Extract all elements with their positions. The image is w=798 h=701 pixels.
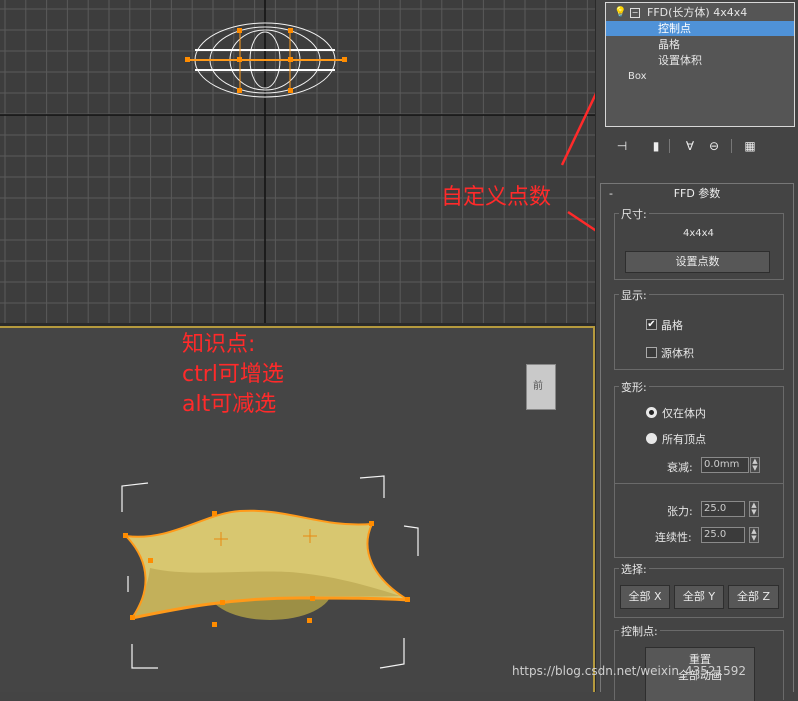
stack-item-set-volume[interactable]: 设置体积 xyxy=(606,53,794,68)
ffd-params-rollout: - FFD 参数 尺寸: 4x4x4 设置点数 显示: ✔ 晶格 源体积 变形:… xyxy=(600,183,794,701)
set-number-of-points-button[interactable]: 设置点数 xyxy=(625,251,770,273)
control-points-label: 控制点: xyxy=(619,623,660,639)
configure-sets-icon[interactable]: ▦ xyxy=(741,137,759,155)
falloff-input[interactable]: 0.0mm xyxy=(701,457,749,473)
continuity-label: 连续性: xyxy=(655,531,692,544)
alt-tip: alt可减选 xyxy=(182,392,277,417)
deform-divider xyxy=(615,483,783,484)
custom-points-annotation: 自定义点数 xyxy=(441,185,552,210)
stack-item-control-points[interactable]: 控制点 xyxy=(606,21,794,36)
dimensions-group: 尺寸: 4x4x4 设置点数 xyxy=(614,206,784,280)
rollout-header[interactable]: - FFD 参数 xyxy=(601,184,793,204)
tension-spinner[interactable]: ▲ ▼ xyxy=(749,501,759,517)
continuity-input[interactable]: 25.0 xyxy=(701,527,745,543)
lattice-label: 晶格 xyxy=(661,319,683,332)
source-volume-checkbox[interactable] xyxy=(646,347,657,358)
all-vertices-label: 所有顶点 xyxy=(662,433,706,446)
top-view-ffd-lattice[interactable] xyxy=(185,22,347,98)
tension-input[interactable]: 25.0 xyxy=(701,501,745,517)
pillow-object[interactable] xyxy=(123,509,410,627)
all-x-button[interactable]: 全部 X xyxy=(620,585,670,609)
deform-group: 变形: 仅在体内 所有顶点 衰减: 0.0mm ▲ ▼ 张力: 25.0 ▲ ▼ 连… xyxy=(614,379,784,558)
ctrl-tip: ctrl可增选 xyxy=(182,362,284,387)
modifier-stack[interactable]: 💡 − FFD(长方体) 4x4x4 控制点 晶格 设置体积 Box xyxy=(605,2,795,127)
show-end-result-icon[interactable]: ▮ xyxy=(647,137,665,155)
all-vertices-radio[interactable] xyxy=(646,433,657,444)
display-label: 显示: xyxy=(619,287,649,303)
only-in-volume-label: 仅在体内 xyxy=(662,407,706,420)
top-viewport[interactable] xyxy=(0,0,595,323)
rollout-title: FFD 参数 xyxy=(673,187,721,200)
all-y-button[interactable]: 全部 Y xyxy=(674,585,724,609)
falloff-spinner[interactable]: ▲ ▼ xyxy=(750,457,760,473)
knowledge-title: 知识点: xyxy=(182,332,256,357)
collapse-icon[interactable]: − xyxy=(630,8,640,18)
viewcube[interactable]: 前 xyxy=(526,364,556,410)
source-volume-label: 源体积 xyxy=(661,347,694,360)
stack-item-lattice[interactable]: 晶格 xyxy=(606,37,794,52)
stack-item-ffd[interactable]: 💡 − FFD(长方体) 4x4x4 xyxy=(606,5,794,20)
all-z-button[interactable]: 全部 Z xyxy=(728,585,779,609)
watermark: https://blog.csdn.net/weixin_43521592 xyxy=(512,664,747,678)
falloff-label: 衰减: xyxy=(667,461,693,474)
selection-group: 选择: 全部 X 全部 Y 全部 Z xyxy=(614,561,784,618)
viewcube-face-label: 前 xyxy=(533,381,543,392)
lightbulb-icon[interactable]: 💡 xyxy=(614,5,626,20)
tension-label: 张力: xyxy=(667,505,693,518)
lattice-checkbox[interactable]: ✔ xyxy=(646,319,657,330)
pin-stack-icon[interactable]: ⊣ xyxy=(613,137,631,155)
remove-modifier-icon[interactable]: ⊖ xyxy=(705,137,723,155)
stack-toolbar: ⊣ ▮ ∀ ⊖ ▦ xyxy=(605,137,795,157)
make-unique-icon[interactable]: ∀ xyxy=(681,137,699,155)
dimensions-label: 尺寸: xyxy=(619,206,649,222)
perspective-viewport[interactable]: 前 知识点: ctrl可增选 alt可减选 xyxy=(0,326,595,692)
only-in-volume-radio[interactable] xyxy=(646,407,657,418)
deform-label: 变形: xyxy=(619,379,649,395)
dimensions-value: 4x4x4 xyxy=(683,228,714,239)
top-viewport-grid xyxy=(0,0,595,323)
continuity-spinner[interactable]: ▲ ▼ xyxy=(749,527,759,543)
perspective-scene xyxy=(121,475,419,669)
display-group: 显示: ✔ 晶格 源体积 xyxy=(614,287,784,370)
rollout-collapse-toggle[interactable]: - xyxy=(609,184,613,204)
stack-item-box[interactable]: Box xyxy=(606,69,794,84)
selection-label: 选择: xyxy=(619,561,649,577)
